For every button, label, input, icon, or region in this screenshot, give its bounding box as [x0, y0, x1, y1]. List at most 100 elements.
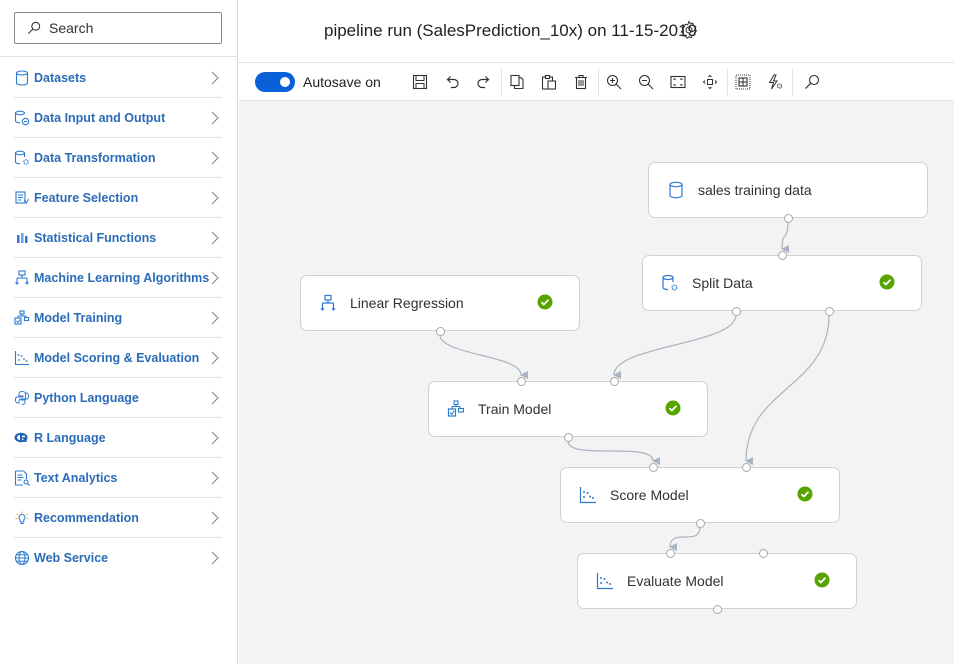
- node-label: Split Data: [692, 275, 753, 291]
- sidebar-item-label: Model Scoring & Evaluation: [34, 350, 200, 365]
- search-canvas-button[interactable]: [801, 71, 823, 93]
- check-circle-icon: [797, 486, 813, 502]
- pipeline-header: pipeline run (SalesPrediction_10x) on 11…: [239, 0, 954, 63]
- output-port[interactable]: [731, 306, 741, 316]
- chevron-right-icon: [211, 311, 219, 325]
- feature-selection-icon: [14, 190, 30, 206]
- pan-button[interactable]: [699, 71, 721, 93]
- canvas-toolbar: Autosave on: [239, 63, 954, 101]
- chevron-right-icon: [211, 151, 219, 165]
- sidebar-item-recommendation[interactable]: Recommendation: [14, 498, 222, 538]
- input-port[interactable]: [777, 250, 787, 260]
- autosave-label: Autosave on: [303, 74, 381, 90]
- grid-icon: [735, 74, 751, 90]
- check-circle-icon: [665, 400, 681, 416]
- sidebar-item-datasets[interactable]: Datasets: [14, 58, 222, 98]
- sidebar-item-r-language[interactable]: R Language: [14, 418, 222, 458]
- pan-icon: [702, 74, 718, 90]
- algorithm-icon: [14, 269, 30, 286]
- undo-button[interactable]: [441, 71, 463, 93]
- copy-button[interactable]: [506, 71, 528, 93]
- zoom-out-button[interactable]: [635, 71, 657, 93]
- output-port[interactable]: [712, 604, 722, 614]
- pipeline-node-sales[interactable]: sales training data: [648, 162, 928, 218]
- text-analytics-icon: [14, 469, 30, 486]
- edge-split-to-score[interactable]: [745, 314, 830, 466]
- output-port[interactable]: [695, 518, 705, 528]
- module-sidebar: Datasets Data Input and Output Data Tran…: [0, 0, 238, 664]
- globe-icon: [14, 550, 30, 566]
- toolbar-divider: [727, 69, 728, 95]
- zoom-in-button[interactable]: [603, 71, 625, 93]
- node-label: Linear Regression: [350, 295, 464, 311]
- input-port[interactable]: [758, 548, 768, 558]
- pipeline-node-evaluate[interactable]: Evaluate Model: [577, 553, 857, 609]
- sidebar-item-feature-selection[interactable]: Feature Selection: [14, 178, 222, 218]
- edge-sales-to-split[interactable]: [781, 221, 790, 254]
- fit-to-screen-button[interactable]: [667, 71, 689, 93]
- sidebar-item-label: Recommendation: [34, 510, 139, 525]
- pipeline-node-train[interactable]: Train Model: [428, 381, 708, 437]
- output-port[interactable]: [563, 432, 573, 442]
- chevron-right-icon: [211, 511, 219, 525]
- edge-train-to-score[interactable]: [567, 440, 661, 465]
- model-training-icon: [447, 400, 465, 418]
- scatter-icon: [579, 486, 597, 504]
- data-io-icon: [14, 110, 30, 126]
- gear-icon[interactable]: [679, 20, 699, 40]
- sidebar-item-label: Text Analytics: [34, 470, 118, 485]
- chevron-right-icon: [211, 431, 219, 445]
- sidebar-item-statistical-functions[interactable]: Statistical Functions: [14, 218, 222, 258]
- sidebar-item-python-language[interactable]: Python Language: [14, 378, 222, 418]
- input-port[interactable]: [609, 376, 619, 386]
- sidebar-item-web-service[interactable]: Web Service: [14, 538, 222, 578]
- redo-button[interactable]: [473, 71, 495, 93]
- paste-button[interactable]: [538, 71, 560, 93]
- app-root: Datasets Data Input and Output Data Tran…: [0, 0, 954, 664]
- sidebar-item-label: Statistical Functions: [34, 230, 157, 245]
- toggle-knob: [280, 77, 290, 87]
- input-port[interactable]: [741, 462, 751, 472]
- pipeline-node-split[interactable]: Split Data: [642, 255, 922, 311]
- data-transform-icon: [661, 274, 679, 292]
- fit-screen-icon: [670, 75, 686, 89]
- auto-layout-button[interactable]: [764, 71, 786, 93]
- output-port[interactable]: [435, 326, 445, 336]
- pipeline-canvas[interactable]: sales training data Split Data Linear Regr…: [239, 101, 954, 664]
- edge-score-to-evaluate[interactable]: [669, 526, 701, 552]
- input-port[interactable]: [665, 548, 675, 558]
- edge-split-to-train[interactable]: [613, 314, 737, 380]
- node-label: Evaluate Model: [627, 573, 724, 589]
- search-box[interactable]: [14, 12, 222, 44]
- chevron-right-icon: [211, 351, 219, 365]
- delete-button[interactable]: [570, 71, 592, 93]
- sidebar-item-model-training[interactable]: Model Training: [14, 298, 222, 338]
- check-circle-icon: [537, 294, 553, 310]
- toolbar-divider: [792, 69, 793, 95]
- undo-icon: [446, 76, 459, 89]
- lightbulb-icon: [14, 510, 30, 526]
- search-input[interactable]: [49, 20, 209, 36]
- output-port[interactable]: [824, 306, 834, 316]
- redo-icon: [477, 76, 490, 89]
- save-icon: [412, 74, 428, 90]
- copy-icon: [510, 74, 524, 90]
- pipeline-node-score[interactable]: Score Model: [560, 467, 840, 523]
- edge-linreg-to-train[interactable]: [439, 334, 529, 379]
- pipeline-node-linreg[interactable]: Linear Regression: [300, 275, 580, 331]
- check-circle-icon: [814, 572, 830, 588]
- save-button[interactable]: [409, 71, 431, 93]
- sidebar-item-data-input-output[interactable]: Data Input and Output: [14, 98, 222, 138]
- r-language-icon: [14, 430, 30, 446]
- autosave-toggle[interactable]: [255, 72, 295, 92]
- sidebar-item-text-analytics[interactable]: Text Analytics: [14, 458, 222, 498]
- input-port[interactable]: [516, 376, 526, 386]
- chevron-right-icon: [211, 231, 219, 245]
- sidebar-item-model-scoring-evaluation[interactable]: Model Scoring & Evaluation: [14, 338, 222, 378]
- sidebar-item-machine-learning-algorithms[interactable]: Machine Learning Algorithms: [14, 258, 222, 298]
- output-port[interactable]: [783, 213, 793, 223]
- input-port[interactable]: [648, 462, 658, 472]
- sidebar-item-data-transformation[interactable]: Data Transformation: [14, 138, 222, 178]
- grid-button[interactable]: [732, 71, 754, 93]
- sidebar-item-label: Machine Learning Algorithms: [34, 270, 210, 285]
